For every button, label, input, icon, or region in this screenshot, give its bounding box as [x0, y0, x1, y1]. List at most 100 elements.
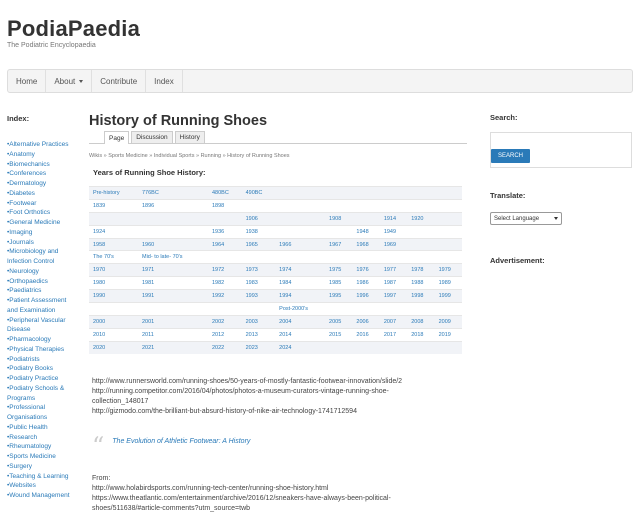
index-item[interactable]: •Podiatry Schools & Programs: [7, 384, 77, 404]
table-cell[interactable]: 2000: [89, 314, 138, 329]
table-cell[interactable]: 1979: [434, 263, 462, 277]
index-item[interactable]: •Neurology: [7, 267, 77, 277]
from-url[interactable]: https://www.theatlantic.com/entertainmen…: [92, 494, 432, 512]
table-cell[interactable]: 1978: [407, 263, 435, 277]
table-cell[interactable]: 2018: [407, 327, 435, 342]
table-cell[interactable]: 1960: [138, 237, 208, 251]
index-item[interactable]: •Surgery: [7, 462, 77, 472]
table-cell[interactable]: 2024: [275, 340, 326, 355]
table-cell[interactable]: 1983: [241, 276, 276, 290]
table-cell[interactable]: 1995: [325, 289, 353, 303]
table-cell[interactable]: 1994: [275, 289, 326, 303]
from-url[interactable]: http://www.holabirdsports.com/running-te…: [92, 484, 432, 494]
index-item[interactable]: •Diabetes: [7, 189, 77, 199]
search-input[interactable]: SEARCH: [490, 132, 632, 168]
table-cell[interactable]: 1973: [241, 263, 276, 277]
index-item[interactable]: •Foot Orthotics: [7, 208, 77, 218]
table-cell[interactable]: 1992: [208, 289, 242, 303]
table-cell[interactable]: 1988: [407, 276, 435, 290]
table-cell[interactable]: 2017: [379, 327, 408, 342]
table-cell[interactable]: 1972: [208, 263, 242, 277]
tab-discussion[interactable]: Discussion: [131, 131, 173, 143]
table-cell[interactable]: 2008: [407, 314, 435, 329]
table-cell[interactable]: 2021: [138, 340, 208, 355]
table-cell[interactable]: 1970: [89, 263, 138, 277]
table-cell[interactable]: 2014: [275, 327, 326, 342]
table-cell[interactable]: 1993: [241, 289, 276, 303]
table-cell[interactable]: Post-2000's: [275, 302, 326, 316]
table-cell[interactable]: 1898: [208, 198, 242, 213]
index-item[interactable]: •Wound Management: [7, 491, 77, 501]
table-cell[interactable]: 1999: [434, 289, 462, 303]
table-cell[interactable]: 1997: [379, 289, 408, 303]
table-cell[interactable]: 1984: [275, 276, 326, 290]
nav-index[interactable]: Index: [146, 70, 183, 92]
index-item[interactable]: •Dermatology: [7, 179, 77, 189]
table-cell[interactable]: 1906: [241, 211, 276, 226]
table-cell[interactable]: Pre-history: [89, 186, 138, 200]
table-cell[interactable]: 1982: [208, 276, 242, 290]
reference-url[interactable]: http://gizmodo.com/the-brilliant-but-abs…: [92, 407, 422, 417]
table-cell[interactable]: 1985: [325, 276, 353, 290]
search-button[interactable]: SEARCH: [491, 149, 530, 163]
index-item[interactable]: •Footwear: [7, 199, 77, 209]
table-cell[interactable]: 2002: [208, 314, 242, 329]
table-cell[interactable]: 2015: [325, 327, 353, 342]
reference-url[interactable]: http://running.competitor.com/2016/04/ph…: [92, 387, 422, 407]
index-item[interactable]: •Alternative Practices: [7, 140, 77, 150]
table-cell[interactable]: 1924: [89, 224, 138, 239]
site-title[interactable]: PodiaPaedia: [7, 16, 140, 42]
table-cell[interactable]: 1914: [379, 211, 408, 226]
table-cell[interactable]: 2012: [208, 327, 242, 342]
table-cell[interactable]: 2023: [241, 340, 276, 355]
language-select[interactable]: Select Language: [490, 212, 562, 225]
table-cell[interactable]: 1981: [138, 276, 208, 290]
table-cell[interactable]: 1839: [89, 198, 138, 213]
table-cell[interactable]: 2007: [379, 314, 408, 329]
table-cell[interactable]: 1980: [89, 276, 138, 290]
table-cell[interactable]: 1968: [352, 237, 380, 251]
table-cell[interactable]: 1975: [325, 263, 353, 277]
table-cell[interactable]: 1967: [325, 237, 353, 251]
table-cell[interactable]: 1965: [241, 237, 276, 251]
table-cell[interactable]: The 70's: [89, 250, 138, 264]
table-cell[interactable]: 2005: [325, 314, 353, 329]
index-item[interactable]: •Orthopaedics: [7, 277, 77, 287]
index-item[interactable]: •Public Health: [7, 423, 77, 433]
index-item[interactable]: •Conferences: [7, 169, 77, 179]
table-cell[interactable]: 2022: [208, 340, 242, 355]
tab-history[interactable]: History: [174, 131, 205, 143]
quote-link[interactable]: The Evolution of Athletic Footwear: A Hi…: [112, 438, 250, 445]
table-cell[interactable]: 2011: [138, 327, 208, 342]
table-cell[interactable]: 2016: [352, 327, 380, 342]
index-item[interactable]: •Podiatrists: [7, 355, 77, 365]
table-cell[interactable]: 1990: [89, 289, 138, 303]
table-cell[interactable]: 1966: [275, 237, 326, 251]
table-cell[interactable]: 1896: [138, 198, 208, 213]
table-cell[interactable]: 1977: [379, 263, 408, 277]
table-cell[interactable]: 480BC: [208, 186, 242, 200]
table-cell[interactable]: 1958: [89, 237, 138, 251]
table-cell[interactable]: 2003: [241, 314, 276, 329]
index-item[interactable]: •Podiatry Practice: [7, 374, 77, 384]
table-cell[interactable]: 1969: [379, 237, 408, 251]
index-item[interactable]: •Professional Organisations: [7, 403, 77, 423]
nav-about[interactable]: About: [46, 70, 93, 92]
breadcrumb[interactable]: Wikis » Sports Medicine » Individual Spo…: [89, 153, 467, 159]
table-cell[interactable]: 1949: [379, 224, 408, 239]
table-cell[interactable]: 1989: [434, 276, 462, 290]
table-cell[interactable]: 1987: [379, 276, 408, 290]
table-cell[interactable]: 2004: [275, 314, 326, 329]
table-cell[interactable]: 1936: [208, 224, 242, 239]
index-item[interactable]: •General Medicine: [7, 218, 77, 228]
index-item[interactable]: •Paediatrics: [7, 286, 77, 296]
index-item[interactable]: •Physical Therapies: [7, 345, 77, 355]
table-cell[interactable]: 2010: [89, 327, 138, 342]
index-item[interactable]: •Websites: [7, 481, 77, 491]
index-item[interactable]: •Microbiology and Infection Control: [7, 247, 77, 267]
table-cell[interactable]: 2006: [352, 314, 380, 329]
table-cell[interactable]: 1948: [352, 224, 380, 239]
tab-page[interactable]: Page: [104, 131, 130, 144]
index-item[interactable]: •Peripheral Vascular Disease: [7, 316, 77, 336]
table-cell[interactable]: 490BC: [241, 186, 276, 200]
